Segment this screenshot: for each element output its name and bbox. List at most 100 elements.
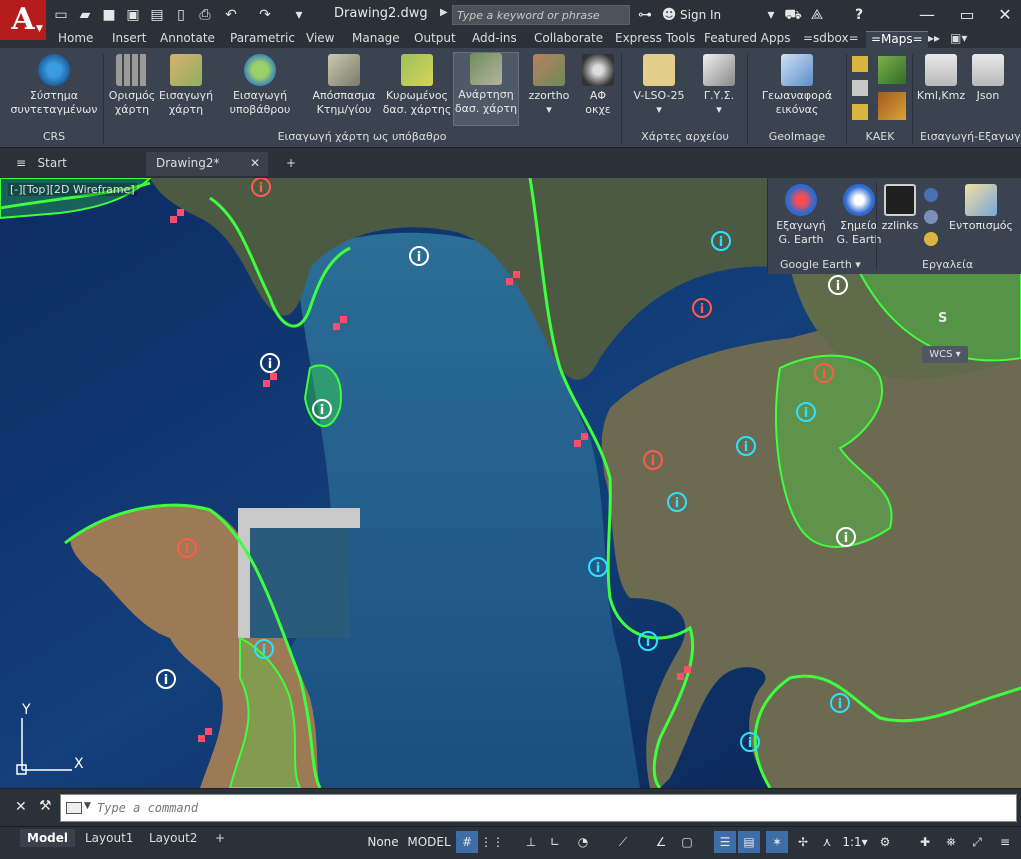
object-snap-tracking-icon[interactable]: ⟋ [612, 831, 634, 853]
json-button[interactable]: Json [968, 54, 1008, 103]
customize-menu-icon[interactable]: ≡ [994, 831, 1016, 853]
print-icon[interactable]: ⎙ [196, 6, 214, 24]
forest-map-posting-button[interactable]: Ανάρτηση δασ. χάρτη [453, 52, 519, 126]
tab-add-ins[interactable]: Add-ins [472, 31, 517, 45]
isolate-objects-icon[interactable]: ⛯ [940, 831, 962, 853]
tab-insert[interactable]: Insert [112, 31, 146, 45]
gear-icon[interactable]: ⚙ [874, 831, 896, 853]
kaek-small-icon-3[interactable] [852, 104, 868, 120]
tab-collaborate[interactable]: Collaborate [534, 31, 603, 45]
kml-kmz-button[interactable]: Kml,Kmz [916, 54, 966, 103]
binoculars-icon[interactable]: ⊶ [636, 6, 654, 24]
help-button[interactable]: ? [850, 6, 868, 24]
export-google-earth-button[interactable]: Εξαγωγή G. Earth [772, 184, 830, 247]
save-as-icon[interactable]: ▣ [124, 6, 142, 24]
kaek-small-icon-2[interactable] [852, 80, 868, 96]
insert-map-button[interactable]: Εισαγωγή χάρτη [158, 54, 214, 117]
angle-icon[interactable]: ∠ [650, 831, 672, 853]
fullscreen-icon[interactable]: ⤢ [966, 831, 988, 853]
gys-button[interactable]: Γ.Υ.Σ. ▾ [694, 54, 744, 117]
annotation-scale-none[interactable]: None [364, 831, 402, 853]
share-icon[interactable]: ▯ [172, 6, 190, 24]
tab-view[interactable]: View [306, 31, 334, 45]
plus-icon[interactable]: ✚ [914, 831, 936, 853]
viewport-controls-label[interactable]: [-][Top][2D Wireframe] [8, 183, 137, 196]
sign-in-button[interactable]: Sign In [680, 8, 721, 22]
ribbon-minimize-icon[interactable]: ▣▾ [950, 31, 967, 45]
command-prompt-icon[interactable] [66, 802, 82, 814]
tab-output[interactable]: Output [414, 31, 456, 45]
tab-express-tools[interactable]: Express Tools [615, 31, 695, 45]
chevron-down-icon[interactable]: ▼ [84, 801, 91, 811]
grid-icon[interactable]: # [456, 831, 478, 853]
maximize-button[interactable]: ▭ [954, 4, 980, 26]
chevron-down-icon[interactable]: ▾ [762, 6, 780, 24]
application-menu-button[interactable]: A [0, 0, 46, 40]
object-snap-icon[interactable]: ▢ [676, 831, 698, 853]
new-file-icon[interactable]: ▭ [52, 6, 70, 24]
user-icon[interactable]: ☻ [660, 6, 678, 24]
zzlinks-button[interactable]: zzlinks [880, 184, 920, 233]
polar-tracking-icon[interactable]: ◔ [570, 831, 596, 853]
auto-scale-icon[interactable]: ✢ [792, 831, 814, 853]
compass-south[interactable]: S [938, 311, 947, 326]
georeference-image-button[interactable]: Γεωαναφορά εικόνας [752, 54, 842, 117]
link-small-icon[interactable] [924, 210, 938, 224]
quick-access-menu-icon[interactable]: ▾ [290, 6, 308, 24]
ratified-forest-map-button[interactable]: Κυρωμένος δασ. χάρτης [380, 54, 454, 117]
tab-sdbox[interactable]: =sdbox= [803, 31, 859, 45]
more-tabs-icon[interactable]: ▸▸ [928, 31, 940, 45]
drawing-viewport[interactable]: i i i i i i i i i i i i i i i i i i i i [0, 178, 1021, 788]
tab-parametric[interactable]: Parametric [230, 31, 295, 45]
kaek-map-icon[interactable] [878, 56, 906, 84]
ortho-icon[interactable]: ∟ [544, 831, 566, 853]
locate-button[interactable]: Εντοπισμός [944, 184, 1018, 233]
tab-home[interactable]: Home [58, 31, 93, 45]
cart-icon[interactable]: ⛟ [784, 6, 802, 24]
snap-icon[interactable]: ⋮⋮ [480, 831, 504, 853]
annotation-monitor-icon[interactable]: ⋏ [816, 831, 838, 853]
save-icon[interactable]: ■ [100, 6, 118, 24]
wrench-icon[interactable]: ⚒ [39, 798, 52, 814]
insert-basemap-button[interactable]: Εισαγωγή υποβάθρου [222, 54, 298, 117]
zzortho-button[interactable]: zzortho ▾ [524, 54, 574, 117]
transparency-icon[interactable]: ▤ [738, 831, 760, 853]
infer-constraints-icon[interactable]: ⊥ [520, 831, 542, 853]
wcs-menu-button[interactable]: WCS ▾ [922, 346, 968, 363]
model-space-toggle[interactable]: MODEL [404, 831, 454, 853]
coordinate-system-button[interactable]: Σύστημα συντεταγμένων [8, 54, 100, 117]
kaek-small-icon-1[interactable] [852, 56, 868, 72]
define-map-button[interactable]: Ορισμός χάρτη [106, 54, 158, 117]
tab-featured-apps[interactable]: Featured Apps [704, 31, 790, 45]
lineweight-icon[interactable]: ☰ [714, 831, 736, 853]
pin-small-icon[interactable] [924, 232, 938, 246]
tab-layout1[interactable]: Layout1 [78, 829, 140, 847]
tab-maps[interactable]: =Maps= [866, 31, 928, 48]
close-button[interactable]: ✕ [992, 4, 1018, 26]
tab-start[interactable]: ≡ Start [6, 152, 136, 176]
new-tab-button[interactable]: + [276, 152, 306, 176]
command-input[interactable] [60, 794, 1017, 822]
new-layout-button[interactable]: + [208, 829, 232, 847]
tab-layout2[interactable]: Layout2 [142, 829, 204, 847]
annotation-scale-dropdown[interactable]: 1:1▾ [840, 831, 870, 853]
v-lso-25-button[interactable]: V-LSO-25 ▾ [626, 54, 692, 117]
wms-small-icon[interactable] [924, 188, 938, 202]
cadastre-extract-button[interactable]: Απόσπασμα Κτημ/γίου [306, 54, 382, 117]
af-okxe-button[interactable]: ΑΦ οκχε [578, 54, 618, 117]
web-mobile-icon[interactable]: ▤ [148, 6, 166, 24]
minimize-button[interactable]: — [914, 4, 940, 26]
annotation-visibility-icon[interactable]: ✶ [766, 831, 788, 853]
search-input[interactable] [452, 5, 630, 25]
kaek-parcel-icon[interactable] [878, 92, 906, 120]
redo-icon[interactable]: ↷ [256, 6, 274, 24]
close-icon[interactable]: ✕ [15, 799, 27, 815]
tab-model[interactable]: Model [20, 829, 76, 847]
tab-annotate[interactable]: Annotate [160, 31, 215, 45]
tab-drawing2[interactable]: Drawing2* ✕ [146, 152, 268, 176]
autodesk-app-icon[interactable]: ⟁ [808, 6, 826, 24]
close-icon[interactable]: ✕ [250, 156, 260, 170]
open-folder-icon[interactable]: ▰ [76, 6, 94, 24]
undo-icon[interactable]: ↶ [222, 6, 240, 24]
tab-manage[interactable]: Manage [352, 31, 400, 45]
